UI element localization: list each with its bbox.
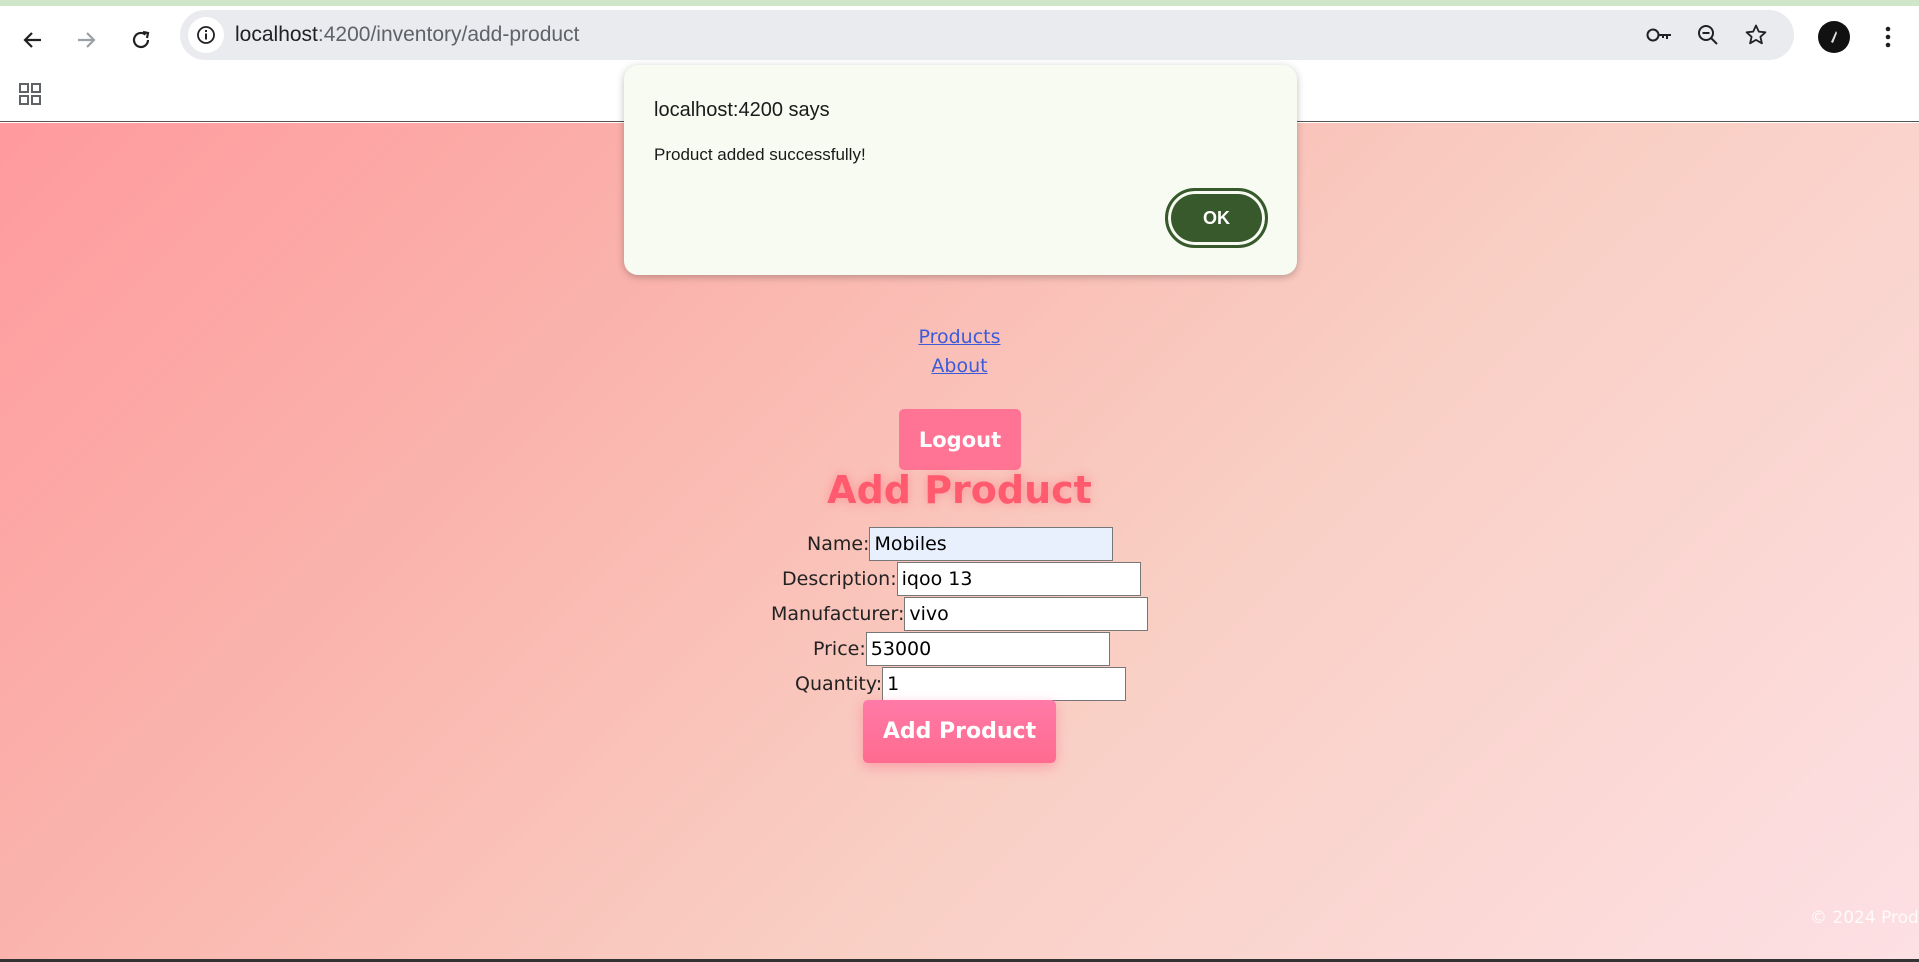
arrow-left-icon: [23, 32, 41, 48]
name-input[interactable]: Mobiles: [869, 527, 1114, 561]
nav-links: Products About: [0, 323, 1919, 381]
description-row: Description: iqoo 13: [782, 562, 1141, 596]
quantity-input[interactable]: 1: [882, 667, 1127, 701]
description-input[interactable]: iqoo 13: [896, 562, 1141, 596]
price-input[interactable]: 53000: [865, 632, 1110, 666]
bookmark-button[interactable]: [1740, 19, 1772, 51]
ok-button[interactable]: OK: [1165, 188, 1268, 248]
alert-dialog: localhost:4200 says Product added succes…: [624, 65, 1297, 275]
manufacturer-input[interactable]: vivo: [904, 597, 1149, 631]
apps-button[interactable]: [14, 78, 46, 110]
manufacturer-label: Manufacturer:: [771, 603, 905, 625]
logout-button[interactable]: Logout: [899, 409, 1021, 470]
avatar-icon: [1831, 31, 1837, 43]
browser-menu-button[interactable]: [1872, 21, 1904, 53]
about-link[interactable]: About: [0, 352, 1919, 381]
manufacturer-row: Manufacturer: vivo: [771, 597, 1149, 631]
description-label: Description:: [782, 568, 897, 590]
quantity-label: Quantity:: [795, 673, 883, 695]
site-info-button[interactable]: [188, 17, 224, 53]
url-path: :4200/inventory/add-product: [317, 23, 580, 46]
zoom-out-icon: [1698, 25, 1718, 45]
reload-icon: [132, 30, 150, 49]
zoom-button[interactable]: [1692, 19, 1724, 51]
page-title: Add Product: [827, 468, 1092, 512]
name-label: Name:: [807, 533, 870, 555]
dialog-title: localhost:4200 says: [654, 99, 830, 121]
info-icon: [197, 26, 215, 44]
grid-icon: [19, 83, 41, 105]
quantity-row: Quantity: 1: [795, 667, 1127, 701]
footer-text: © 2024 Produ: [1810, 908, 1919, 928]
kebab-menu-icon: [1885, 26, 1891, 48]
dialog-message: Product added successfully!: [654, 145, 866, 164]
profile-avatar[interactable]: [1818, 21, 1850, 53]
reload-button[interactable]: [121, 20, 161, 60]
back-button[interactable]: [13, 20, 53, 60]
url-host: localhost: [235, 23, 318, 46]
name-row: Name: Mobiles: [807, 527, 1114, 561]
arrow-right-icon: [78, 32, 96, 48]
price-row: Price: 53000: [813, 632, 1110, 666]
password-manager-button[interactable]: [1643, 19, 1675, 51]
price-label: Price:: [813, 638, 866, 660]
add-product-button[interactable]: Add Product: [863, 700, 1056, 763]
products-link[interactable]: Products: [0, 323, 1919, 352]
star-icon: [1745, 24, 1767, 45]
key-icon: [1646, 28, 1671, 42]
forward-button[interactable]: [66, 20, 106, 60]
address-bar[interactable]: localhost:4200/inventory/add-product: [180, 10, 1794, 60]
url-text[interactable]: localhost:4200/inventory/add-product: [235, 10, 579, 60]
